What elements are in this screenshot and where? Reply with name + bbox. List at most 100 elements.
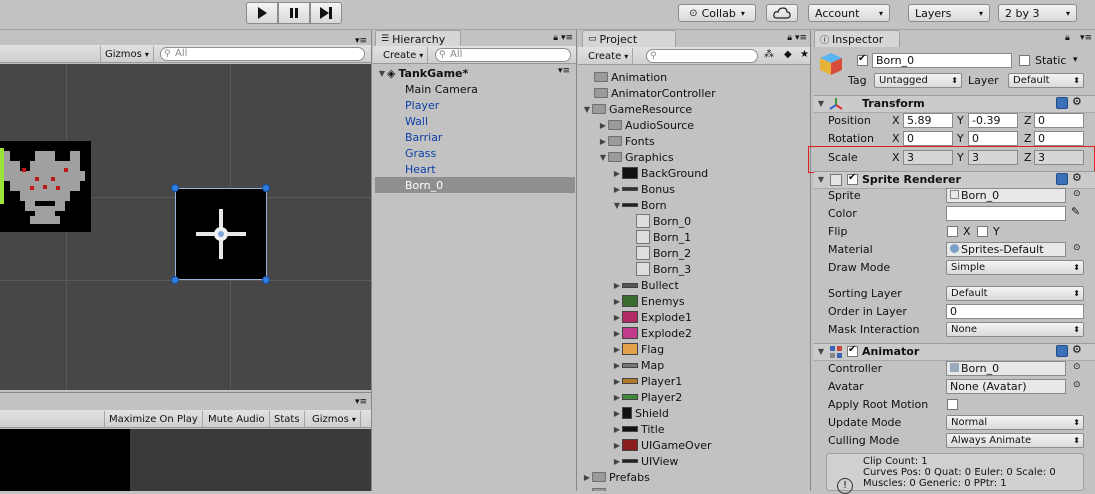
help-book-icon[interactable]	[1056, 173, 1068, 185]
material-object-field[interactable]: Sprites-Default	[946, 242, 1066, 257]
maximize-on-play-toggle[interactable]: Maximize On Play	[104, 411, 203, 427]
hierarchy-item[interactable]: Heart	[405, 161, 436, 177]
expand-icon[interactable]: ▶	[612, 185, 622, 194]
mask-interaction-dropdown[interactable]: None	[946, 322, 1084, 337]
project-asset[interactable]: ▼ Born	[612, 197, 667, 213]
scene-root-row[interactable]: ▼ ◈ TankGame*	[377, 65, 573, 81]
expand-icon[interactable]: ▶	[612, 313, 622, 322]
help-book-icon[interactable]	[1056, 345, 1068, 357]
flip-y-checkbox[interactable]	[977, 226, 988, 237]
project-asset[interactable]: ▶ Player2	[612, 389, 682, 405]
step-button[interactable]	[310, 2, 342, 24]
project-asset[interactable]: ▶ Bonus	[612, 181, 675, 197]
project-asset[interactable]: ▶ Explode1	[612, 309, 692, 325]
panel-menu-icon[interactable]: ▾≡	[795, 33, 807, 43]
expand-icon[interactable]: ▼	[377, 69, 387, 78]
game-viewport-right[interactable]	[130, 429, 371, 491]
sorting-layer-dropdown[interactable]: Default	[946, 286, 1084, 301]
project-subasset[interactable]: Born_3	[636, 261, 691, 277]
active-checkbox[interactable]	[857, 53, 868, 66]
flip-x-checkbox[interactable]	[947, 226, 958, 237]
project-create-dropdown[interactable]: Create ▾	[584, 48, 634, 64]
object-name-field[interactable]: Born_0	[872, 53, 1012, 68]
controller-object-field[interactable]: Born_0	[946, 361, 1066, 376]
static-checkbox[interactable]	[1019, 55, 1030, 66]
project-folder[interactable]: Animation	[594, 69, 667, 85]
panel-menu-icon[interactable]: ▾≡	[558, 66, 570, 76]
tag-dropdown[interactable]: Untagged	[874, 73, 962, 88]
expand-icon[interactable]: ▶	[612, 425, 622, 434]
game-gizmos-dropdown[interactable]: Gizmos ▾	[308, 411, 361, 427]
hierarchy-create-dropdown[interactable]: Create ▾	[379, 47, 429, 63]
resize-handle-bl[interactable]	[171, 276, 179, 284]
project-asset[interactable]: ▶ BackGround	[612, 165, 708, 181]
expand-icon[interactable]: ▶	[582, 473, 592, 482]
mute-audio-toggle[interactable]: Mute Audio	[204, 411, 270, 427]
object-picker-icon[interactable]: ⊙	[1073, 362, 1081, 372]
sprite-renderer-enabled-checkbox[interactable]	[847, 172, 858, 185]
position-z-field[interactable]: 0	[1034, 113, 1084, 128]
game-viewport-left[interactable]	[0, 429, 130, 491]
expand-icon[interactable]: ▼	[582, 105, 592, 114]
expand-icon[interactable]: ▼	[816, 347, 826, 356]
help-book-icon[interactable]	[1056, 97, 1068, 109]
avatar-object-field[interactable]: None (Avatar)	[946, 379, 1066, 394]
filter-label-icon[interactable]: ◆	[784, 49, 792, 60]
position-x-field[interactable]: 5.89	[903, 113, 953, 128]
project-asset[interactable]: ▶ Map	[612, 357, 664, 373]
hierarchy-item[interactable]: Barriar	[405, 129, 442, 145]
panel-menu-icon[interactable]: ▾≡	[355, 397, 367, 407]
order-in-layer-field[interactable]: 0	[946, 304, 1084, 319]
project-asset[interactable]: ▶ Title	[612, 421, 665, 437]
pause-button[interactable]	[278, 2, 310, 24]
resize-handle-tl[interactable]	[171, 184, 179, 192]
resize-handle-tr[interactable]	[262, 184, 270, 192]
star-icon[interactable]: ★	[800, 49, 809, 60]
expand-icon[interactable]: ▶	[612, 281, 622, 290]
collab-button[interactable]: ⊙ Collab ▾	[678, 4, 756, 22]
expand-icon[interactable]: ▼	[816, 99, 826, 108]
rotation-x-field[interactable]: 0	[903, 131, 953, 146]
hierarchy-item-selected[interactable]: Born_0	[375, 177, 575, 193]
culling-mode-dropdown[interactable]: Always Animate	[946, 433, 1084, 448]
tab-project[interactable]: ▭ Project	[582, 30, 676, 47]
project-folder[interactable]: ▶ Prefabs	[582, 469, 650, 485]
project-folder[interactable]: ▼ GameResource	[582, 101, 692, 117]
expand-icon[interactable]: ▶	[612, 441, 622, 450]
filter-type-icon[interactable]: ⁂	[764, 49, 774, 60]
animator-enabled-checkbox[interactable]	[847, 344, 858, 357]
eagle-sprite[interactable]	[0, 141, 91, 232]
tab-hierarchy[interactable]: ☰ Hierarchy	[375, 30, 461, 47]
project-folder[interactable]: ▶ Fonts	[598, 133, 655, 149]
project-folder-partial[interactable]: ▶	[582, 485, 609, 491]
expand-icon[interactable]: ▶	[612, 457, 622, 466]
hierarchy-item[interactable]: Wall	[405, 113, 428, 129]
gear-icon[interactable]: ⚙	[1072, 171, 1082, 184]
layout-dropdown[interactable]: 2 by 3 ▾	[998, 4, 1077, 22]
project-asset[interactable]: ▶ Shield	[612, 405, 669, 421]
color-swatch[interactable]	[946, 206, 1066, 221]
project-asset[interactable]: ▶ Enemys	[612, 293, 685, 309]
account-dropdown[interactable]: Account ▾	[808, 4, 890, 22]
lock-icon[interactable]: 🔒︎	[787, 33, 792, 43]
apply-root-motion-checkbox[interactable]	[947, 399, 958, 410]
update-mode-dropdown[interactable]: Normal	[946, 415, 1084, 430]
scene-search-input[interactable]: ⚲ All	[160, 47, 365, 61]
project-folder[interactable]: ▶ AudioSource	[598, 117, 694, 133]
tab-inspector[interactable]: ⓘ Inspector	[814, 30, 900, 47]
panel-menu-icon[interactable]: ▾≡	[1080, 33, 1092, 43]
cloud-services-button[interactable]	[766, 4, 798, 22]
expand-icon[interactable]: ▶	[598, 121, 608, 130]
project-search-input[interactable]: ⚲	[646, 49, 758, 63]
play-button[interactable]	[246, 2, 278, 24]
position-y-field[interactable]: -0.39	[968, 113, 1018, 128]
project-asset[interactable]: ▶ Player1	[612, 373, 682, 389]
gear-icon[interactable]: ⚙	[1072, 343, 1082, 356]
project-asset[interactable]: ▶ Bullect	[612, 277, 679, 293]
sprite-object-field[interactable]: Born_0	[946, 188, 1066, 203]
expand-icon[interactable]: ▶	[612, 377, 622, 386]
expand-icon[interactable]: ▶	[598, 137, 608, 146]
project-asset[interactable]: ▶ UIGameOver	[612, 437, 712, 453]
hierarchy-item[interactable]: Grass	[405, 145, 436, 161]
project-asset[interactable]: ▶ UIView	[612, 453, 678, 469]
